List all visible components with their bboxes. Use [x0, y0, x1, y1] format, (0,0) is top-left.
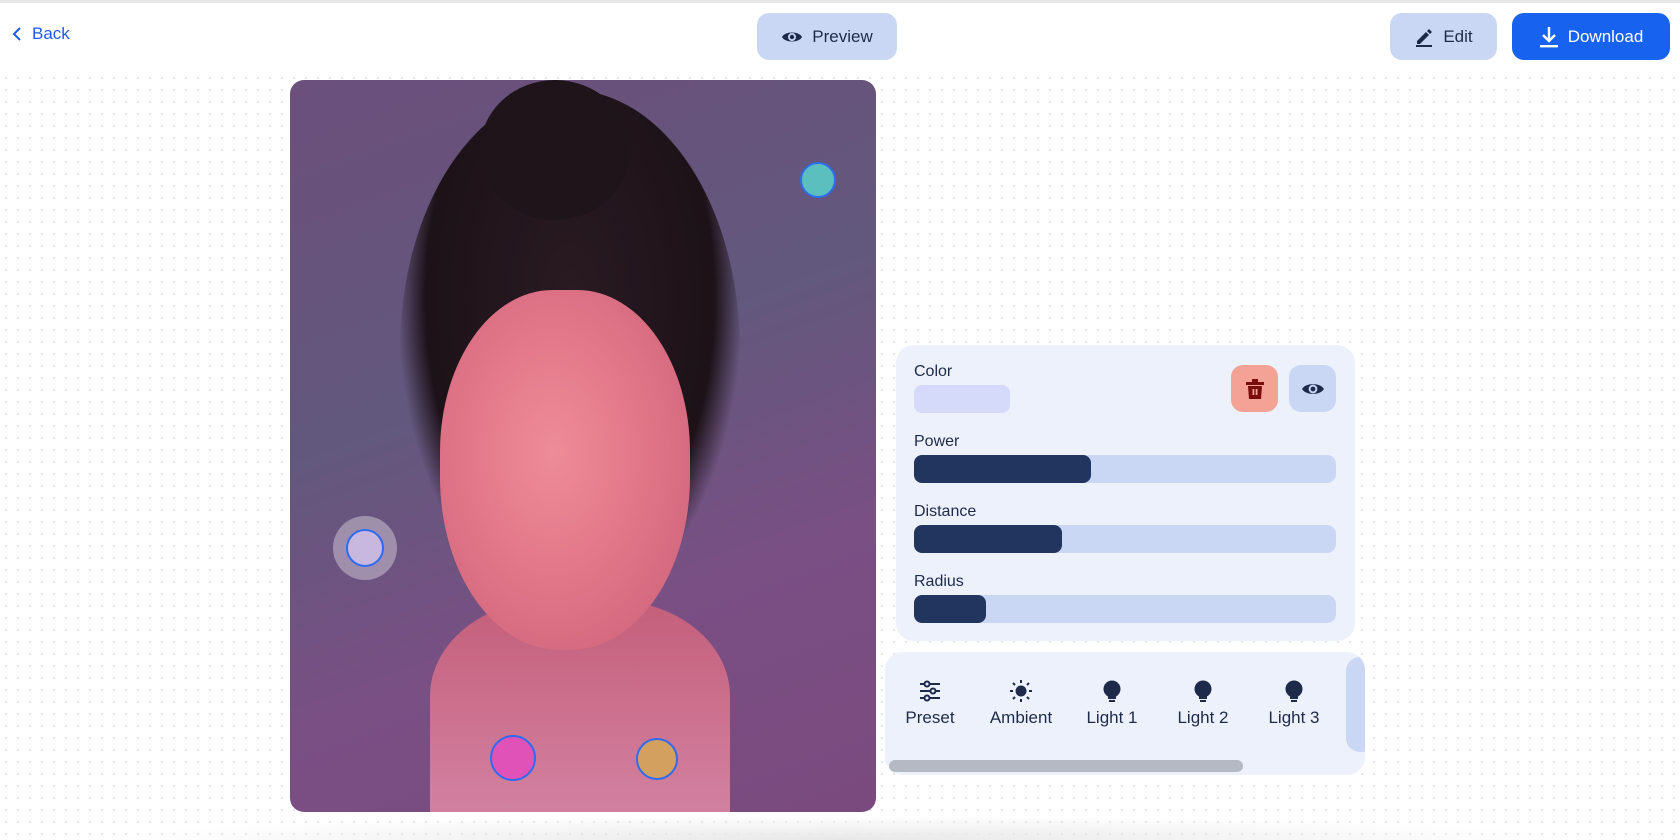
- download-button[interactable]: Download: [1512, 13, 1670, 60]
- light-handle-2[interactable]: [490, 735, 536, 781]
- tab-next-partial[interactable]: [1346, 657, 1365, 752]
- edit-button[interactable]: Edit: [1390, 13, 1497, 60]
- bulb-icon: [1194, 680, 1212, 702]
- distance-slider[interactable]: [914, 525, 1336, 553]
- color-swatch[interactable]: [914, 385, 1010, 413]
- top-divider: [0, 0, 1680, 3]
- light-tabs-bar: Preset Ambient Light 1 Light 2 Light 3: [885, 652, 1365, 775]
- canvas-shadow: [100, 815, 1580, 840]
- color-label: Color: [914, 363, 953, 380]
- power-label: Power: [914, 433, 960, 450]
- bulb-icon: [1285, 680, 1303, 702]
- distance-label: Distance: [914, 503, 977, 520]
- tab-light-3[interactable]: Light 3: [1249, 680, 1339, 728]
- eye-icon: [782, 32, 803, 41]
- sun-icon: [1010, 680, 1032, 702]
- pencil-icon: [1416, 28, 1433, 47]
- portrait-photo: [290, 80, 876, 812]
- delete-light-button[interactable]: [1231, 365, 1278, 412]
- chevron-left-icon: [12, 27, 21, 41]
- distance-slider-fill: [914, 525, 1062, 553]
- tabs-scrollbar[interactable]: [889, 760, 1243, 772]
- tab-label: Light 3: [1268, 708, 1320, 727]
- light-handle-3[interactable]: [636, 738, 678, 780]
- back-label: Back: [32, 24, 70, 43]
- edit-label: Edit: [1443, 26, 1473, 46]
- preview-button[interactable]: Preview: [757, 13, 897, 60]
- back-button[interactable]: Back: [12, 24, 70, 44]
- tab-ambient[interactable]: Ambient: [976, 680, 1066, 728]
- radius-slider-fill: [914, 595, 986, 623]
- sliders-icon: [920, 680, 940, 702]
- power-slider[interactable]: [914, 455, 1336, 483]
- preview-label: Preview: [812, 26, 873, 46]
- photo-hair-bun: [480, 80, 630, 220]
- light-handle-selected[interactable]: [346, 529, 384, 567]
- download-label: Download: [1567, 26, 1644, 46]
- light-handle-1[interactable]: [800, 162, 836, 198]
- eye-icon: [1301, 383, 1324, 394]
- tab-label: Preset: [905, 708, 955, 727]
- radius-label: Radius: [914, 573, 964, 590]
- bulb-icon: [1103, 680, 1121, 702]
- tab-label: Light 1: [1086, 708, 1138, 727]
- photo-face: [440, 290, 690, 650]
- tab-light-1[interactable]: Light 1: [1067, 680, 1157, 728]
- tab-light-2[interactable]: Light 2: [1158, 680, 1248, 728]
- tab-preset[interactable]: Preset: [885, 680, 975, 728]
- radius-slider[interactable]: [914, 595, 1336, 623]
- tab-label: Ambient: [989, 708, 1053, 727]
- trash-icon: [1245, 378, 1264, 399]
- light-settings-panel: Color Power Distance Radius: [896, 345, 1355, 641]
- power-slider-fill: [914, 455, 1092, 483]
- toggle-visibility-button[interactable]: [1289, 365, 1336, 412]
- download-icon: [1539, 26, 1558, 47]
- tab-label: Light 2: [1177, 708, 1229, 727]
